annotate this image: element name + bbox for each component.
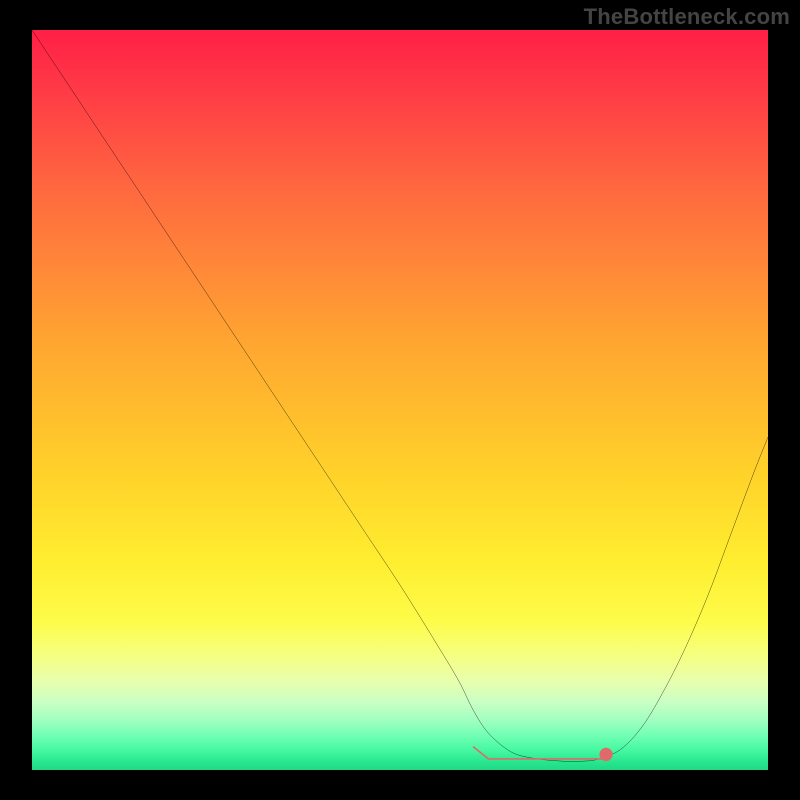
end-dot <box>599 748 612 761</box>
plot-area <box>32 30 768 770</box>
chart-frame: TheBottleneck.com <box>0 0 800 800</box>
curve-layer <box>32 30 768 770</box>
bottleneck-curve <box>32 30 768 761</box>
flat-marker <box>474 747 606 759</box>
watermark-text: TheBottleneck.com <box>584 4 790 30</box>
